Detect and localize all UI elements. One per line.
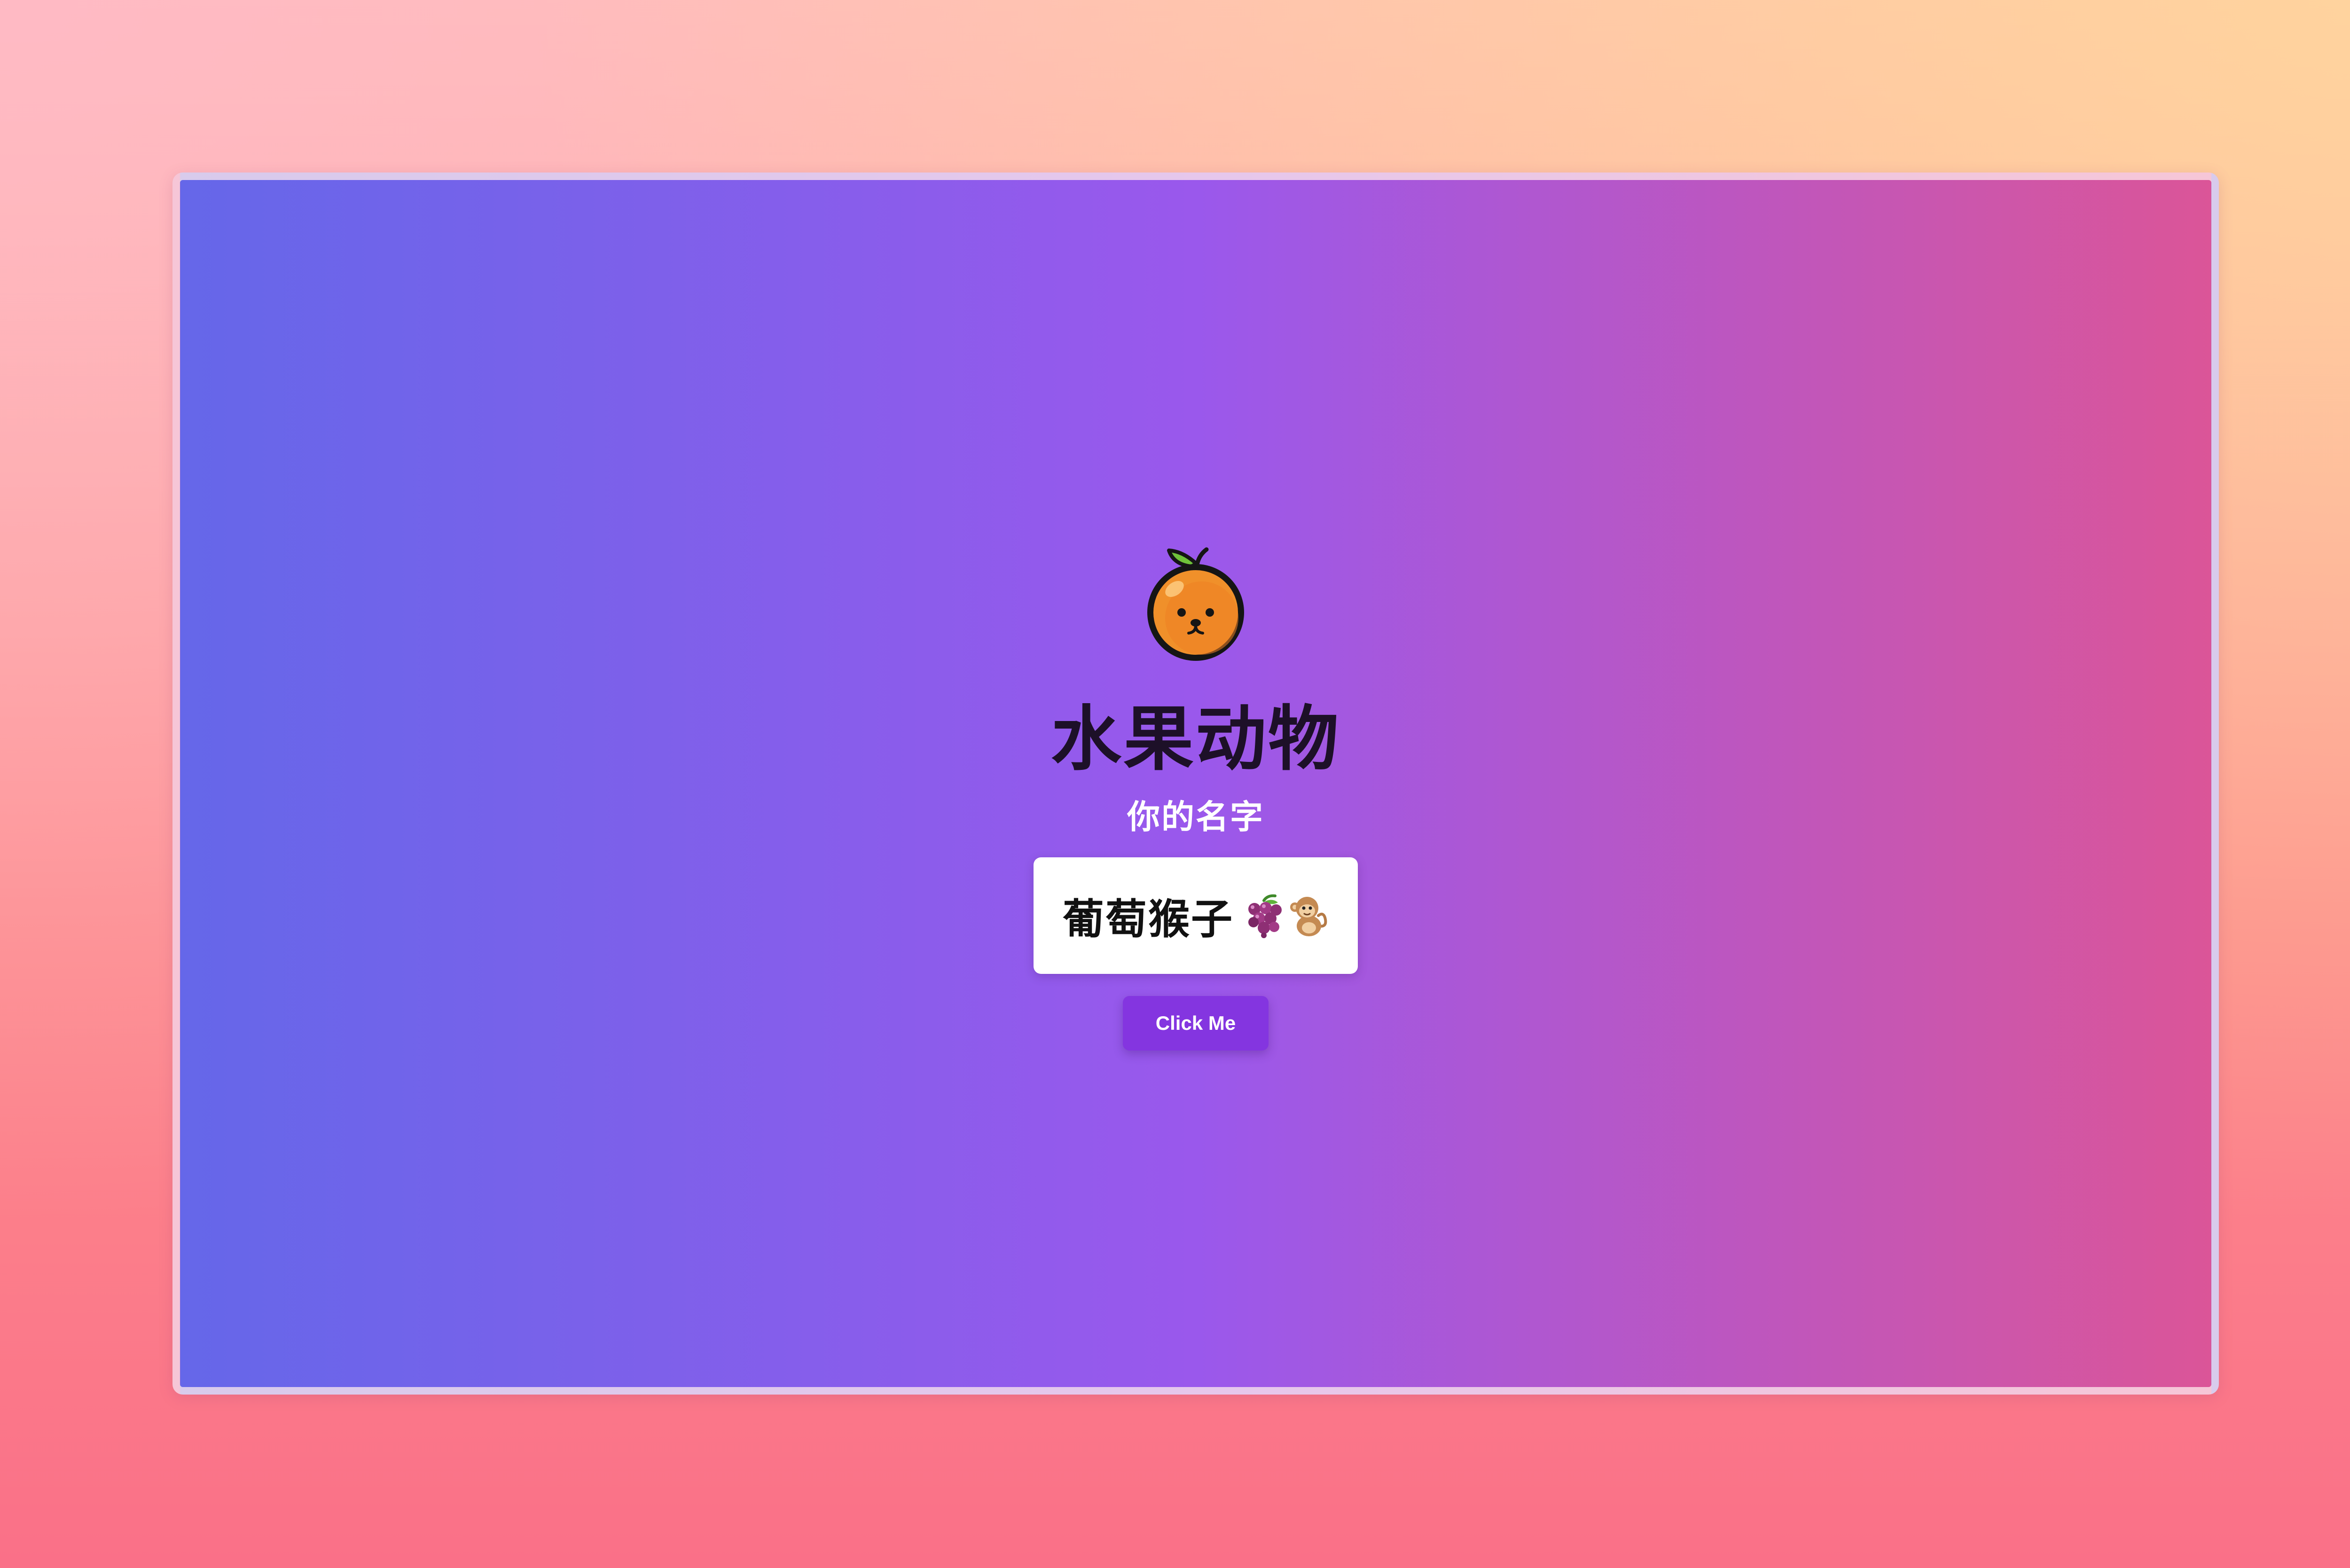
result-card: 葡萄猴子	[1034, 857, 1358, 974]
content: 水果动物 你的名字 葡萄猴子 Click Me	[180, 180, 2211, 1387]
grapes-icon	[1248, 894, 1282, 938]
app-panel: 水果动物 你的名字 葡萄猴子 Click Me	[172, 172, 2219, 1395]
page-background: 水果动物 你的名字 葡萄猴子 Click Me	[0, 0, 2350, 1568]
monkey-icon	[1290, 897, 1327, 936]
result-name: 葡萄猴子	[1062, 894, 1234, 943]
app-title: 水果动物	[1050, 698, 1340, 780]
click-me-button[interactable]: Click Me	[1123, 996, 1269, 1051]
app-subtitle: 你的名字	[1127, 798, 1264, 836]
orange-bear-icon	[1147, 547, 1244, 661]
result-emoji	[1242, 893, 1329, 938]
